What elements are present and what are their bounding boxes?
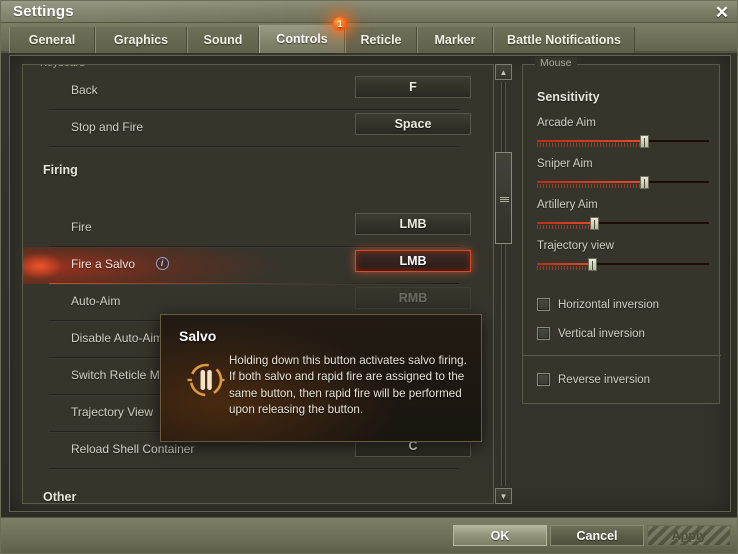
slider-block: Artillery Aim xyxy=(537,199,709,230)
close-icon[interactable]: ✕ xyxy=(712,3,732,21)
tab-battle-notifications[interactable]: Battle Notifications xyxy=(493,27,635,53)
title-bar: Settings ✕ xyxy=(1,1,737,23)
tab-label: Graphics xyxy=(113,33,169,47)
salvo-icon xyxy=(183,357,229,403)
mouse-legend: Mouse xyxy=(535,57,577,69)
tab-reticle[interactable]: Reticle xyxy=(345,27,417,53)
keybinding-label: Auto-Aim xyxy=(71,294,121,308)
info-icon[interactable]: i xyxy=(155,257,169,270)
apply-button[interactable]: Apply xyxy=(647,525,731,546)
keybinding-row[interactable]: Fire a Salvo i LMB xyxy=(23,247,493,284)
tooltip-body: Holding down this button activates salvo… xyxy=(229,354,467,417)
keybinding-row[interactable]: Back F xyxy=(23,73,493,110)
checkbox[interactable] xyxy=(537,327,550,340)
keybinding-row[interactable]: Stop and Fire Space xyxy=(23,110,493,147)
tab-graphics[interactable]: Graphics xyxy=(95,27,187,53)
slider-thumb[interactable] xyxy=(639,176,649,189)
slider-thumb[interactable] xyxy=(588,258,598,271)
keybinding-button[interactable]: LMB xyxy=(355,213,471,235)
tab-label: Marker xyxy=(434,33,476,47)
tab-notification-badge: 1 xyxy=(333,17,347,31)
tab-marker[interactable]: Marker xyxy=(417,27,493,53)
keybinding-label: Fire xyxy=(71,220,92,234)
keybinding-label: Trajectory View xyxy=(71,405,154,419)
tab-general[interactable]: General xyxy=(9,27,95,53)
slider-block: Trajectory view xyxy=(537,240,709,271)
checkbox-row[interactable]: Reverse inversion xyxy=(537,373,650,386)
tab-controls[interactable]: Controls 1 xyxy=(259,17,347,53)
slider-label: Arcade Aim xyxy=(537,117,596,129)
bottom-bar: OK Cancel Apply xyxy=(1,517,737,553)
row-separator xyxy=(49,468,459,469)
keybinding-button[interactable]: RMB xyxy=(355,287,471,309)
salvo-tooltip: Salvo Holding down this button activates… xyxy=(160,314,482,442)
tab-strip: General Graphics Sound Controls 1 Reticle Mark… xyxy=(1,17,737,53)
list-scrollbar[interactable]: ▲ ▼ xyxy=(494,64,513,504)
settings-window: Settings ✕ General Graphics Sound Controls 1… xyxy=(0,0,738,554)
checkbox-label: Reverse inversion xyxy=(558,373,651,386)
checkbox-label: Vertical inversion xyxy=(558,327,645,340)
keybinding-label: Fire a Salvo xyxy=(71,257,136,271)
slider-fill xyxy=(537,222,594,224)
slider-fill xyxy=(537,263,593,265)
keybinding-label: Stop and Fire xyxy=(71,120,144,134)
slider-fill xyxy=(537,140,644,142)
sensitivity-slider[interactable] xyxy=(537,135,709,148)
row-separator xyxy=(49,146,459,147)
ok-button[interactable]: OK xyxy=(453,525,547,546)
tooltip-title: Salvo xyxy=(179,328,217,344)
scrollbar-thumb[interactable] xyxy=(495,152,512,244)
keybinding-label: Reload Shell Container xyxy=(71,442,195,456)
tab-label: Sound xyxy=(203,33,243,47)
checkbox-row[interactable]: Vertical inversion xyxy=(537,327,645,340)
checkbox-row[interactable]: Horizontal inversion xyxy=(537,298,659,311)
scrollbar-track[interactable] xyxy=(501,82,506,486)
tab-label: General xyxy=(28,33,76,47)
sensitivity-title: Sensitivity xyxy=(537,90,600,104)
scrollbar-grip xyxy=(500,197,509,202)
panel-divider xyxy=(523,355,721,356)
keybinding-button[interactable]: LMB xyxy=(355,250,471,272)
tab-label: Controls xyxy=(276,32,328,46)
slider-ticks xyxy=(537,266,593,270)
page-title: Settings xyxy=(13,3,74,20)
slider-thumb[interactable] xyxy=(639,135,649,148)
slider-block: Arcade Aim xyxy=(537,117,709,148)
keybinding-row[interactable]: Fire LMB xyxy=(23,210,493,247)
slider-fill xyxy=(537,181,644,183)
tab-label: Battle Notifications xyxy=(507,33,621,47)
keybinding-label: Disable Auto-Aim xyxy=(71,331,164,345)
tab-label: Reticle xyxy=(360,33,402,47)
slider-label: Sniper Aim xyxy=(537,158,593,170)
checkbox[interactable] xyxy=(537,298,550,311)
chevron-down-icon[interactable]: ▼ xyxy=(495,488,512,504)
group-heading: Firing xyxy=(43,163,78,177)
keybinding-button[interactable]: Space xyxy=(355,113,471,135)
cancel-button[interactable]: Cancel xyxy=(550,525,644,546)
slider-label: Artillery Aim xyxy=(537,199,598,211)
keybinding-label: Back xyxy=(71,83,98,97)
slider-ticks xyxy=(537,225,594,229)
checkbox-label: Horizontal inversion xyxy=(558,298,659,311)
chevron-up-icon[interactable]: ▲ xyxy=(495,64,512,80)
keybinding-button[interactable]: F xyxy=(355,76,471,98)
keyboard-legend: Keyboard xyxy=(35,65,90,69)
sensitivity-slider[interactable] xyxy=(537,258,709,271)
tab-sound[interactable]: Sound xyxy=(187,27,259,53)
slider-label: Trajectory view xyxy=(537,240,614,252)
content-area: Keyboard BackFStop and FireSpaceFireLMBF… xyxy=(9,55,731,512)
group-heading: Other xyxy=(43,490,77,504)
sensitivity-slider[interactable] xyxy=(537,176,709,189)
slider-ticks xyxy=(537,143,644,147)
mouse-panel: Mouse Sensitivity Arcade Aim Sniper Aim Ar… xyxy=(522,57,721,404)
sensitivity-slider[interactable] xyxy=(537,217,709,230)
slider-ticks xyxy=(537,184,644,188)
slider-block: Sniper Aim xyxy=(537,158,709,189)
checkbox[interactable] xyxy=(537,373,550,386)
slider-thumb[interactable] xyxy=(589,217,599,230)
